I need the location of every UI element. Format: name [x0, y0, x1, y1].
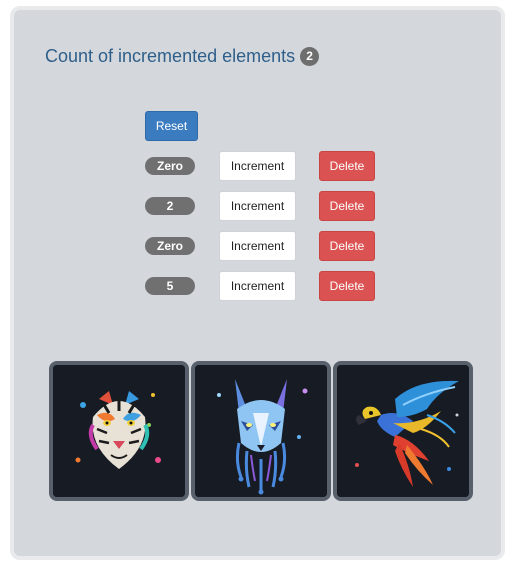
increment-button[interactable]: Increment [219, 151, 296, 181]
counter-value-badge: 5 [145, 277, 195, 295]
gallery-tile[interactable] [49, 361, 189, 501]
counter-row: Zero Increment Delete [14, 231, 501, 261]
delete-button[interactable]: Delete [319, 151, 375, 181]
gallery-tile[interactable] [333, 361, 473, 501]
delete-button[interactable]: Delete [319, 231, 375, 261]
counter-value-badge: 2 [145, 197, 195, 215]
delete-button[interactable]: Delete [319, 191, 375, 221]
counter-row: Zero Increment Delete [14, 151, 501, 181]
reset-button[interactable]: Reset [145, 111, 198, 141]
parrot-image [337, 365, 469, 497]
tiger-image [53, 365, 185, 497]
increment-button[interactable]: Increment [219, 231, 296, 261]
counter-row: 5 Increment Delete [14, 271, 501, 301]
wolf-image [195, 365, 327, 497]
counter-row: 2 Increment Delete [14, 191, 501, 221]
increment-button[interactable]: Increment [219, 191, 296, 221]
heading-title: Count of incremented elements [45, 46, 296, 66]
gallery-tile[interactable] [191, 361, 331, 501]
total-count-badge: 2 [300, 47, 320, 66]
page-heading: Count of incremented elements 2 [45, 46, 320, 67]
delete-button[interactable]: Delete [319, 271, 375, 301]
increment-button[interactable]: Increment [219, 271, 296, 301]
counter-value-badge: Zero [145, 237, 195, 255]
image-gallery [49, 361, 473, 501]
counter-panel: Count of incremented elements 2 Reset Ze… [10, 6, 505, 560]
counter-value-badge: Zero [145, 157, 195, 175]
